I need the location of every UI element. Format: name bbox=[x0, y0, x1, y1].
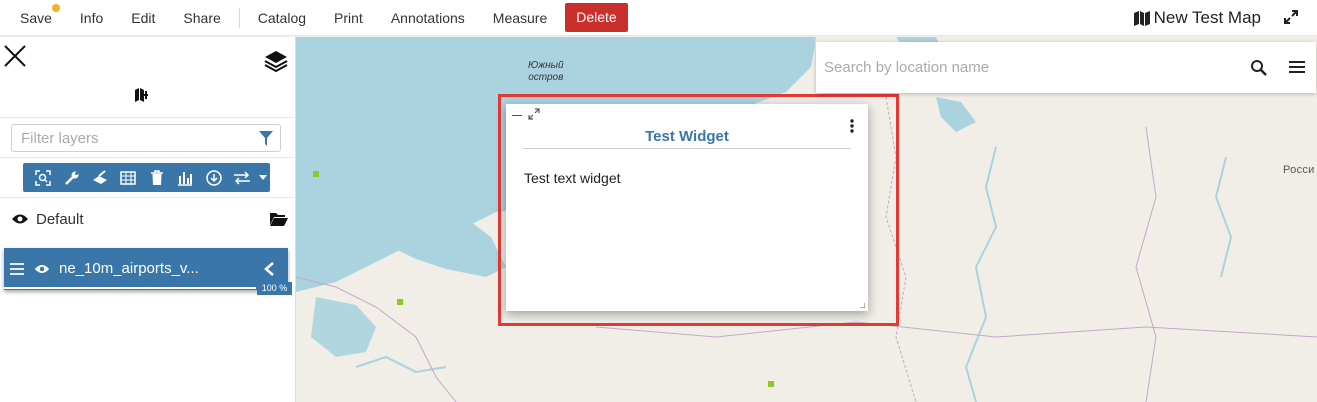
widgets-chart-icon[interactable] bbox=[171, 163, 199, 192]
swap-icon[interactable] bbox=[228, 163, 256, 192]
layer-toolbar bbox=[23, 163, 270, 192]
opacity-slider[interactable] bbox=[4, 287, 256, 289]
visibility-eye-icon[interactable] bbox=[34, 263, 50, 275]
delete-trash-icon[interactable] bbox=[143, 163, 171, 192]
map-icon bbox=[1133, 10, 1150, 26]
toc-panel: Default ne_10m_airports_v... 100 % bbox=[0, 37, 296, 402]
settings-wrench-icon[interactable] bbox=[57, 163, 85, 192]
map-title: New Test Map bbox=[1133, 0, 1261, 36]
top-menu-bar: Save Info Edit Share Catalog Print Annot… bbox=[0, 0, 1317, 36]
minimize-icon[interactable] bbox=[512, 115, 522, 116]
more-options-icon[interactable] bbox=[850, 119, 854, 133]
map-label-country: Росси bbox=[1283, 164, 1315, 176]
layer-name: ne_10m_airports_v... bbox=[59, 260, 199, 277]
measure-menu[interactable]: Measure bbox=[479, 0, 561, 36]
delete-button[interactable]: Delete bbox=[565, 3, 628, 32]
airport-point[interactable] bbox=[768, 381, 774, 387]
drag-handle-icon[interactable] bbox=[10, 263, 24, 275]
annotations-menu[interactable]: Annotations bbox=[377, 0, 479, 36]
layer-item[interactable]: ne_10m_airports_v... bbox=[4, 248, 288, 290]
close-icon[interactable] bbox=[4, 45, 26, 67]
widget-text: Test text widget bbox=[524, 170, 621, 186]
fullscreen-expand-icon[interactable] bbox=[1284, 10, 1298, 24]
search-icon[interactable] bbox=[1250, 59, 1268, 77]
save-label: Save bbox=[20, 9, 52, 26]
panel-divider bbox=[0, 157, 296, 158]
map-label-island: Южный остров bbox=[528, 60, 564, 83]
map-title-text: New Test Map bbox=[1153, 8, 1261, 27]
menu-divider bbox=[238, 7, 240, 28]
filter-layers-box bbox=[11, 124, 281, 152]
widget-title: Test Widget bbox=[645, 128, 729, 145]
chevron-left-icon[interactable] bbox=[263, 262, 275, 276]
search-bar bbox=[816, 42, 1316, 93]
layer-group-default[interactable]: Default bbox=[0, 205, 296, 235]
filter-icon[interactable] bbox=[259, 131, 273, 147]
print-menu[interactable]: Print bbox=[320, 0, 377, 36]
zoom-to-icon[interactable] bbox=[29, 163, 57, 192]
panel-divider bbox=[0, 117, 296, 118]
edit-menu[interactable]: Edit bbox=[117, 0, 169, 36]
opacity-value: 100 % bbox=[257, 282, 292, 295]
caret-down-icon[interactable] bbox=[256, 163, 270, 192]
catalog-menu[interactable]: Catalog bbox=[244, 0, 320, 36]
share-menu[interactable]: Share bbox=[169, 0, 234, 36]
info-menu[interactable]: Info bbox=[66, 0, 117, 36]
download-icon[interactable] bbox=[199, 163, 227, 192]
style-brush-icon[interactable] bbox=[86, 163, 114, 192]
add-layer-catalog-icon[interactable] bbox=[135, 88, 149, 102]
maximize-icon[interactable] bbox=[528, 108, 540, 120]
airport-point[interactable] bbox=[313, 171, 319, 177]
panel-divider bbox=[0, 197, 296, 198]
unsaved-dot bbox=[51, 3, 60, 12]
folder-open-icon[interactable] bbox=[270, 212, 288, 226]
save-menu[interactable]: Save bbox=[0, 0, 66, 36]
airport-point[interactable] bbox=[397, 299, 403, 305]
visibility-eye-icon[interactable] bbox=[11, 213, 29, 225]
resize-handle-icon[interactable] bbox=[860, 303, 865, 308]
text-widget: Test Widget Test text widget bbox=[506, 104, 868, 311]
search-input[interactable] bbox=[824, 59, 1244, 76]
hamburger-menu-icon[interactable] bbox=[1289, 60, 1305, 74]
layers-icon bbox=[264, 51, 288, 72]
attribute-table-icon[interactable] bbox=[114, 163, 142, 192]
filter-layers-input[interactable] bbox=[21, 129, 251, 147]
group-name: Default bbox=[36, 211, 84, 228]
widget-divider bbox=[523, 148, 851, 149]
